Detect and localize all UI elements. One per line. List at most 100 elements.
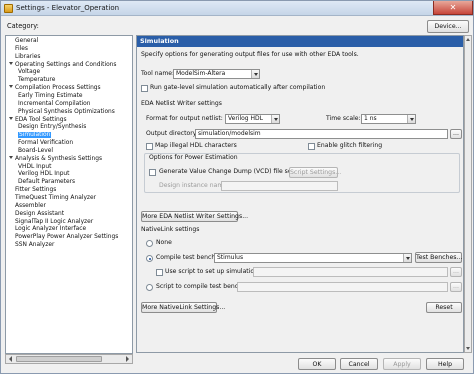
tree-item[interactable]: TimeQuest Timing Analyzer bbox=[15, 194, 96, 202]
expand-arrow-icon[interactable] bbox=[8, 116, 14, 122]
tree-item[interactable]: Assembler bbox=[15, 202, 46, 210]
tree-item[interactable]: Temperature bbox=[18, 76, 55, 84]
tree-item[interactable]: PowerPlay Power Analyzer Settings bbox=[15, 233, 118, 241]
design-instance-input[interactable] bbox=[221, 181, 338, 191]
run-gate-level-checkbox[interactable] bbox=[141, 85, 148, 92]
tree-item[interactable]: Simulation bbox=[18, 131, 52, 139]
script-compile-radio[interactable] bbox=[146, 284, 153, 291]
browse-button[interactable]: ... bbox=[450, 129, 462, 139]
panel-description: Specify options for generating output fi… bbox=[141, 51, 359, 58]
format-label: Format for output netlist: bbox=[146, 115, 223, 122]
tree-item[interactable]: Logic Analyzer Interface bbox=[15, 225, 86, 233]
netlist-section-title: EDA Netlist Writer settings bbox=[141, 100, 222, 107]
expand-arrow-icon[interactable] bbox=[8, 155, 14, 161]
tree-item-label: EDA Tool Settings bbox=[15, 116, 67, 123]
settings-window: Settings - Elevator_Operation ✕ Category… bbox=[0, 0, 474, 374]
tool-name-label: Tool name: bbox=[141, 70, 175, 77]
tree-item-label: TimeQuest Timing Analyzer bbox=[15, 195, 97, 201]
tool-name-select[interactable]: ModelSim-Altera bbox=[173, 69, 260, 79]
tree-item[interactable]: Voltage bbox=[18, 68, 40, 76]
nativelink-section-title: NativeLink settings bbox=[141, 226, 200, 233]
tree-item-label: Analysis & Synthesis Settings bbox=[15, 155, 103, 162]
scroll-left-arrow-icon[interactable] bbox=[7, 356, 14, 362]
simulation-panel: Simulation Specify options for generatin… bbox=[136, 35, 464, 353]
tree-item-label: VHDL Input bbox=[18, 163, 52, 170]
tree-item-label: Temperature bbox=[18, 77, 56, 84]
category-tree[interactable]: General Files Libraries Operating Settings … bbox=[5, 35, 133, 354]
tree-item-label: Voltage bbox=[18, 69, 41, 76]
generate-vcd-checkbox[interactable] bbox=[149, 169, 156, 176]
tree-item-label: Assembler bbox=[15, 202, 46, 209]
enable-glitch-label: Enable glitch filtering bbox=[317, 142, 383, 149]
tree-item[interactable]: VHDL Input bbox=[18, 163, 51, 171]
panel-vertical-scrollbar[interactable] bbox=[464, 35, 472, 353]
map-illegal-checkbox[interactable] bbox=[146, 143, 153, 150]
tree-item[interactable]: Design Entry/Synthesis bbox=[18, 123, 86, 131]
compile-tb-value: Stimulus bbox=[217, 254, 244, 261]
use-script-input[interactable] bbox=[253, 267, 448, 277]
tree-item[interactable]: Files bbox=[15, 45, 28, 53]
scroll-up-arrow-icon[interactable] bbox=[466, 38, 470, 41]
enable-glitch-checkbox[interactable] bbox=[308, 143, 315, 150]
tree-item[interactable]: Early Timing Estimate bbox=[18, 92, 83, 100]
chevron-down-icon bbox=[403, 254, 411, 262]
tree-item[interactable]: SSN Analyzer bbox=[15, 241, 54, 249]
tree-item[interactable]: Formal Verification bbox=[18, 139, 73, 147]
expand-arrow-icon[interactable] bbox=[8, 61, 14, 67]
tree-item[interactable]: SignalTap II Logic Analyzer bbox=[15, 218, 93, 226]
generate-vcd-label: Generate Value Change Dump (VCD) file sc… bbox=[159, 168, 302, 175]
reset-button[interactable]: Reset bbox=[426, 302, 462, 313]
script-compile-input[interactable] bbox=[237, 282, 448, 292]
tree-horizontal-scrollbar[interactable] bbox=[5, 354, 133, 364]
use-script-checkbox[interactable] bbox=[156, 269, 163, 276]
output-dir-input[interactable]: simulation/modelsim bbox=[195, 129, 448, 139]
scroll-down-arrow-icon[interactable] bbox=[466, 347, 470, 350]
tree-item[interactable]: EDA Tool Settings bbox=[8, 116, 67, 124]
none-label: None bbox=[156, 239, 172, 246]
tree-item[interactable]: Board-Level bbox=[18, 147, 53, 155]
tree-item-label: Formal Verification bbox=[18, 140, 74, 147]
tree-item[interactable]: Incremental Compilation bbox=[18, 100, 91, 108]
tree-item[interactable]: Fitter Settings bbox=[15, 186, 56, 194]
scroll-right-arrow-icon[interactable] bbox=[124, 356, 131, 362]
time-scale-select[interactable]: 1 ns bbox=[361, 114, 416, 124]
tree-item-label: General bbox=[15, 38, 39, 44]
chevron-down-icon bbox=[407, 115, 415, 123]
more-netlist-settings-button[interactable]: More EDA Netlist Writer Settings... bbox=[141, 211, 248, 222]
scroll-thumb[interactable] bbox=[16, 356, 102, 362]
apply-button[interactable]: Apply bbox=[383, 358, 421, 370]
tree-item[interactable]: Default Parameters bbox=[18, 178, 75, 186]
tree-item[interactable]: Design Assistant bbox=[15, 210, 64, 218]
tree-item-label: Default Parameters bbox=[18, 179, 76, 186]
close-window-button[interactable]: ✕ bbox=[433, 1, 473, 15]
use-script-browse-button[interactable]: ... bbox=[450, 267, 462, 277]
tree-item[interactable]: General bbox=[15, 37, 38, 45]
tree-item-label: Libraries bbox=[15, 53, 41, 60]
tree-item[interactable]: Libraries bbox=[15, 53, 40, 61]
tree-item-label: Design Entry/Synthesis bbox=[18, 124, 87, 131]
use-script-label: Use script to set up simulation: bbox=[165, 268, 261, 275]
compile-test-bench-radio[interactable] bbox=[146, 255, 153, 262]
tool-name-value: ModelSim-Altera bbox=[176, 70, 226, 77]
format-select[interactable]: Verilog HDL bbox=[225, 114, 280, 124]
script-compile-browse-button[interactable]: ... bbox=[450, 282, 462, 292]
output-dir-label: Output directory: bbox=[146, 130, 198, 137]
help-button[interactable]: Help bbox=[426, 358, 464, 370]
tree-item[interactable]: Analysis & Synthesis Settings bbox=[8, 155, 102, 163]
tree-item-label: Compilation Process Settings bbox=[15, 85, 101, 92]
tree-item-label: Simulation bbox=[18, 132, 52, 139]
more-nativelink-settings-button[interactable]: More NativeLink Settings... bbox=[141, 302, 225, 313]
tree-item[interactable]: Operating Settings and Conditions bbox=[8, 61, 117, 69]
none-radio[interactable] bbox=[146, 240, 153, 247]
script-settings-button[interactable]: Script Settings... bbox=[289, 167, 341, 178]
expand-arrow-icon[interactable] bbox=[8, 84, 14, 90]
tree-item-label: Operating Settings and Conditions bbox=[15, 61, 117, 68]
ok-button[interactable]: OK bbox=[298, 358, 336, 370]
tree-item[interactable]: Compilation Process Settings bbox=[8, 84, 101, 92]
tree-item[interactable]: Verilog HDL Input bbox=[18, 170, 69, 178]
test-benches-button[interactable]: Test Benches... bbox=[415, 252, 462, 263]
device-button[interactable]: Device... bbox=[427, 20, 469, 33]
cancel-button[interactable]: Cancel bbox=[340, 358, 378, 370]
compile-tb-select[interactable]: Stimulus bbox=[214, 253, 412, 263]
tree-item[interactable]: Physical Synthesis Optimizations bbox=[18, 108, 115, 116]
